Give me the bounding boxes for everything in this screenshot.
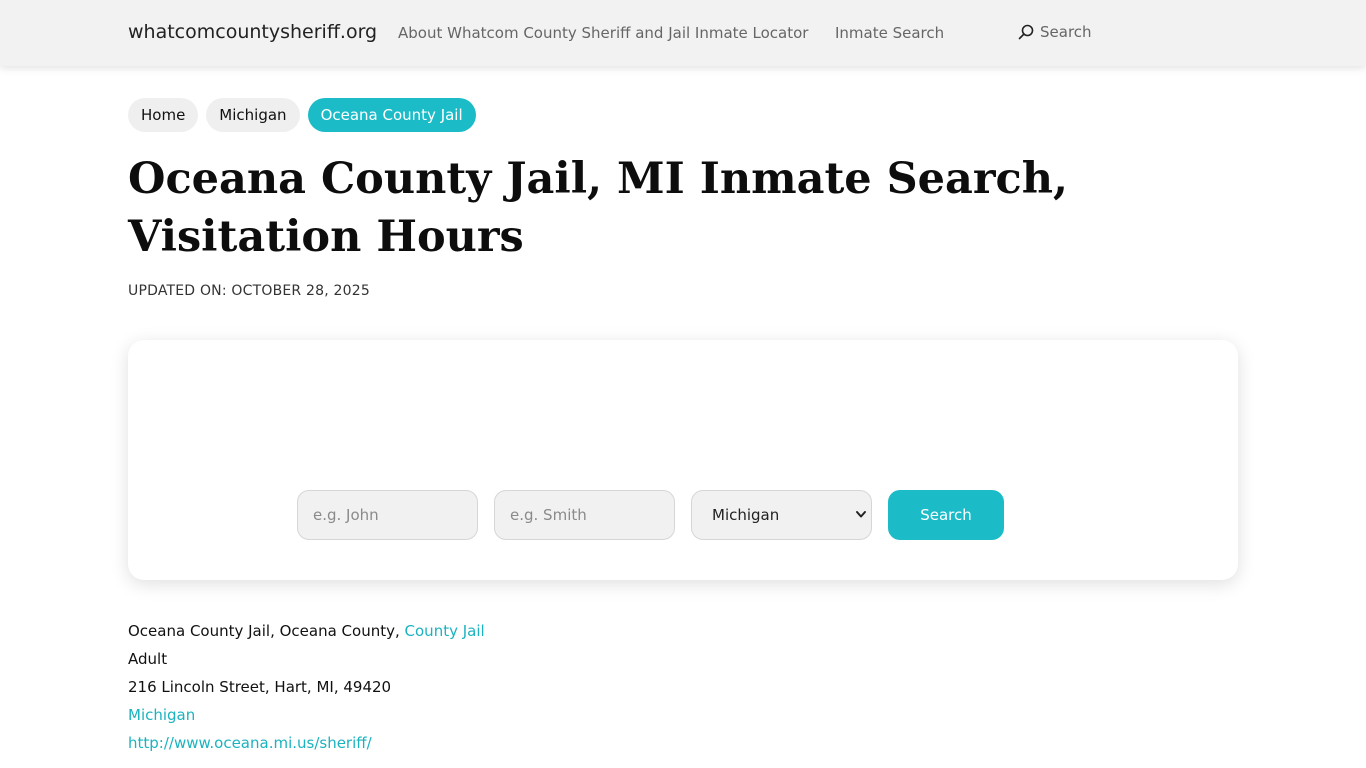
page-title: Oceana County Jail, MI Inmate Search, Vi… [128, 154, 1068, 262]
facility-name-line: Oceana County Jail, Oceana County, Count… [128, 617, 485, 645]
facility-address: 216 Lincoln Street, Hart, MI, 49420 [128, 678, 392, 696]
breadcrumb-michigan[interactable]: Michigan [206, 98, 300, 132]
breadcrumb-home[interactable]: Home [128, 98, 199, 132]
facility-category: Adult [128, 650, 168, 668]
top-navbar: whatcomcountysheriff.org About Whatcom C… [0, 0, 1366, 66]
last-name-input[interactable] [494, 490, 675, 540]
facility-state-link[interactable]: Michigan [128, 706, 195, 724]
facility-info: Oceana County Jail, Oceana County, Count… [128, 617, 485, 757]
facility-name: Oceana County Jail, Oceana County, [128, 622, 405, 640]
search-icon [1018, 24, 1034, 40]
state-select[interactable]: Michigan [691, 490, 872, 540]
nav-search-label: Search [1040, 23, 1092, 41]
nav-search-button[interactable]: Search [1018, 23, 1092, 41]
breadcrumb-current[interactable]: Oceana County Jail [307, 98, 476, 132]
breadcrumb: Home Michigan Oceana County Jail [128, 98, 476, 132]
search-submit-button[interactable]: Search [888, 490, 1004, 540]
updated-date: UPDATED ON: OCTOBER 28, 2025 [128, 283, 370, 299]
nav-inmate-search-link[interactable]: Inmate Search [835, 24, 944, 42]
search-card: Michigan Search [128, 340, 1238, 580]
first-name-input[interactable] [297, 490, 478, 540]
site-brand-link[interactable]: whatcomcountysheriff.org [128, 21, 377, 43]
facility-website-link[interactable]: http://www.oceana.mi.us/sheriff/ [128, 734, 372, 752]
facility-type-link[interactable]: County Jail [405, 622, 485, 640]
nav-about-link[interactable]: About Whatcom County Sheriff and Jail In… [398, 24, 808, 42]
